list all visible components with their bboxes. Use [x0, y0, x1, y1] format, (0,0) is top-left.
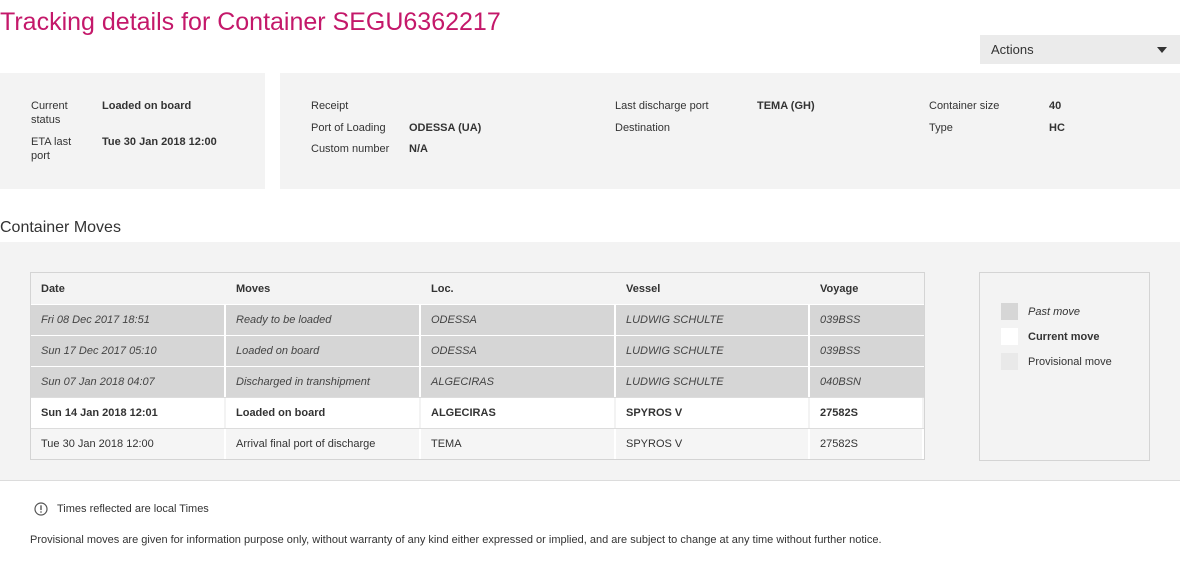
chevron-down-icon: [1157, 47, 1167, 53]
table-row-current: Sun 14 Jan 2018 12:01 Loaded on board AL…: [31, 397, 924, 428]
vessel-link[interactable]: LUDWIG SCHULTE: [616, 305, 810, 335]
eta-label: ETA last port: [31, 136, 72, 162]
page-title: Tracking details for Container SEGU63622…: [0, 8, 501, 36]
times-note-text: Times reflected are local Times: [57, 503, 209, 515]
table-row-provisional: Tue 30 Jan 2018 12:00 Arrival final port…: [31, 428, 924, 459]
container-size-value: 40: [1049, 100, 1062, 112]
move-description: Loaded on board: [226, 398, 421, 428]
status-summary-panel: Current status Loaded on board ETA last …: [0, 73, 265, 189]
column-header-moves: Moves: [226, 273, 421, 304]
voyage-link[interactable]: 27582S: [810, 429, 924, 459]
voyage-link[interactable]: 039BSS: [810, 336, 924, 366]
column-header-location: Loc.: [421, 273, 616, 304]
eta-value: Tue 30 Jan 2018 12:00: [102, 136, 217, 148]
container-moves-heading: Container Moves: [0, 219, 121, 236]
move-description: Discharged in transhipment: [226, 367, 421, 397]
moves-legend: Past move Current move Provisional move: [979, 272, 1150, 461]
move-date: Sun 17 Dec 2017 05:10: [31, 336, 226, 366]
receipt-label: Receipt: [311, 100, 349, 112]
container-size-label: Container size: [929, 100, 1000, 112]
current-status-label: Current status: [31, 100, 68, 126]
move-date: Sun 07 Jan 2018 04:07: [31, 367, 226, 397]
vessel-name: SPYROS V: [616, 429, 810, 459]
move-location: ALGECIRAS: [421, 398, 616, 428]
legend-provisional: Provisional move: [1001, 353, 1112, 370]
vessel-link[interactable]: LUDWIG SCHULTE: [616, 367, 810, 397]
current-status-value: Loaded on board: [102, 100, 192, 112]
container-info-panel: Receipt Port of Loading ODESSA (UA) Cust…: [280, 73, 1180, 189]
column-header-voyage: Voyage: [810, 273, 924, 304]
provisional-move-swatch: [1001, 353, 1018, 370]
table-row: Sun 17 Dec 2017 05:10 Loaded on board OD…: [31, 335, 924, 366]
move-location: ALGECIRAS: [421, 367, 616, 397]
current-move-swatch: [1001, 328, 1018, 345]
table-row: Fri 08 Dec 2017 18:51 Ready to be loaded…: [31, 304, 924, 335]
move-date: Sun 14 Jan 2018 12:01: [31, 398, 226, 428]
table-row: Sun 07 Jan 2018 04:07 Discharged in tran…: [31, 366, 924, 397]
voyage-link[interactable]: 040BSN: [810, 367, 924, 397]
type-label: Type: [929, 122, 953, 134]
move-location: TEMA: [421, 429, 616, 459]
move-date: Tue 30 Jan 2018 12:00: [31, 429, 226, 459]
column-header-date: Date: [31, 273, 226, 304]
move-description: Loaded on board: [226, 336, 421, 366]
vessel-link[interactable]: LUDWIG SCHULTE: [616, 336, 810, 366]
legend-provisional-label: Provisional move: [1028, 355, 1112, 368]
destination-label: Destination: [615, 122, 671, 134]
move-description: Arrival final port of discharge: [226, 429, 421, 459]
last-discharge-port-label: Last discharge port: [615, 100, 709, 112]
actions-dropdown[interactable]: Actions: [980, 35, 1180, 64]
move-location: ODESSA: [421, 336, 616, 366]
legend-past-label: Past move: [1028, 305, 1080, 318]
moves-table: Date Moves Loc. Vessel Voyage Fri 08 Dec…: [30, 272, 925, 460]
move-date: Fri 08 Dec 2017 18:51: [31, 305, 226, 335]
legend-past: Past move: [1001, 303, 1080, 320]
column-header-vessel: Vessel: [616, 273, 810, 304]
voyage-link[interactable]: 27582S: [810, 398, 924, 428]
voyage-link[interactable]: 039BSS: [810, 305, 924, 335]
custom-number-value: N/A: [409, 143, 428, 155]
times-note: Times reflected are local Times: [34, 502, 209, 516]
port-of-loading-label: Port of Loading: [311, 122, 386, 134]
custom-number-label: Custom number: [311, 143, 390, 155]
move-description: Ready to be loaded: [226, 305, 421, 335]
type-value: HC: [1049, 122, 1065, 134]
legend-current-label: Current move: [1028, 330, 1100, 343]
legend-current: Current move: [1001, 328, 1100, 345]
table-header-row: Date Moves Loc. Vessel Voyage: [31, 273, 924, 304]
move-location: ODESSA: [421, 305, 616, 335]
vessel-link[interactable]: SPYROS V: [616, 398, 810, 428]
past-move-swatch: [1001, 303, 1018, 320]
actions-label: Actions: [991, 42, 1034, 57]
port-of-loading-value: ODESSA (UA): [409, 122, 482, 134]
last-discharge-port-value: TEMA (GH): [757, 100, 815, 112]
info-icon: [34, 502, 48, 516]
provisional-disclaimer: Provisional moves are given for informat…: [30, 534, 882, 546]
